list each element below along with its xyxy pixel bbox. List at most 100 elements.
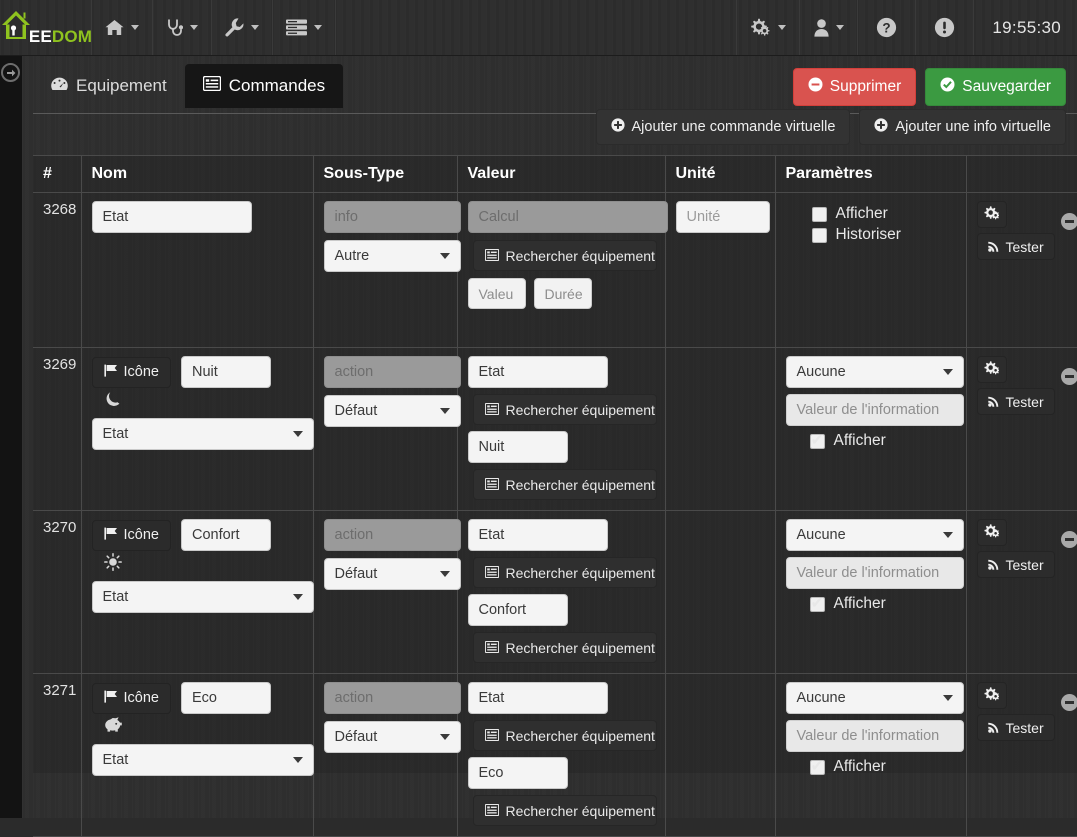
afficher-checkbox[interactable] xyxy=(811,206,827,222)
unit-input[interactable]: Unité xyxy=(675,201,770,233)
subtype-select[interactable]: Défaut xyxy=(323,395,461,427)
arrow-circle-right-icon[interactable] xyxy=(1,63,20,82)
configure-button[interactable] xyxy=(976,356,1007,383)
nav-help-button[interactable]: ? xyxy=(858,0,917,55)
commands-table: # Nom Sous-Type Valeur Unité Paramètres … xyxy=(33,156,1077,837)
add-virtual-info-label: Ajouter une info virtuelle xyxy=(895,119,1051,135)
configure-button[interactable] xyxy=(976,201,1007,228)
subtype-select-value: Autre xyxy=(334,248,370,264)
row-actions-cell: Tester xyxy=(966,192,1077,348)
search-equipment-button[interactable]: Rechercher équipement xyxy=(472,240,657,271)
list-alt-icon xyxy=(202,75,221,96)
test-button[interactable]: Tester xyxy=(976,388,1055,415)
save-button[interactable]: Sauvegarder xyxy=(925,68,1066,106)
delete-button[interactable]: Supprimer xyxy=(792,68,917,106)
nav-home-menu[interactable] xyxy=(92,0,153,55)
configure-button[interactable] xyxy=(976,682,1007,709)
second-value-input[interactable]: Confort xyxy=(467,594,568,626)
list-alt-icon xyxy=(484,402,499,418)
flag-icon xyxy=(103,364,118,381)
rss-icon xyxy=(987,720,1000,736)
afficher-label: Afficher xyxy=(833,758,886,775)
chevron-down-icon xyxy=(292,594,303,600)
remove-row-button[interactable] xyxy=(1060,694,1077,711)
value-input[interactable]: Etat xyxy=(467,682,608,714)
value-button[interactable]: Valeu xyxy=(467,278,526,309)
test-button[interactable]: Tester xyxy=(976,714,1055,741)
name-input[interactable]: Eco xyxy=(180,682,271,714)
afficher-checkbox-row[interactable]: Afficher xyxy=(811,205,958,223)
minus-circle-icon xyxy=(808,77,823,97)
subtype-select[interactable]: Autre xyxy=(323,240,461,272)
second-value-input[interactable]: Nuit xyxy=(467,431,568,463)
cogs-icon xyxy=(984,523,1000,542)
second-value-input[interactable]: Eco xyxy=(467,757,568,789)
search-equipment-button[interactable]: Rechercher équipement xyxy=(472,557,657,588)
table-row: 3271 Icône Eco Etat action Défaut Etat R… xyxy=(33,673,1077,837)
type-select[interactable]: Etat xyxy=(91,418,314,450)
col-header-unite: Unité xyxy=(665,156,776,193)
afficher-checkbox-row[interactable]: ✔ Afficher xyxy=(786,432,958,450)
remove-row-button[interactable] xyxy=(1060,368,1077,385)
choose-icon-button[interactable]: Icône xyxy=(91,356,171,388)
search-equipment-button-2[interactable]: Rechercher équipement xyxy=(472,469,657,500)
type-select[interactable]: Etat xyxy=(91,581,314,613)
search-equipment-button[interactable]: Rechercher équipement xyxy=(472,394,657,425)
afficher-checkbox[interactable]: ✔ xyxy=(809,596,825,612)
duration-button[interactable]: Durée xyxy=(533,278,592,309)
stethoscope-icon xyxy=(166,18,183,37)
afficher-label: Afficher xyxy=(833,595,886,612)
search-equipment-button-2[interactable]: Rechercher équipement xyxy=(472,632,657,663)
remove-row-button[interactable] xyxy=(1060,213,1077,230)
subtype-select[interactable]: Défaut xyxy=(323,721,461,753)
nav-tools-menu[interactable] xyxy=(212,0,273,55)
test-button[interactable]: Tester xyxy=(976,233,1055,260)
add-virtual-command-button[interactable]: Ajouter une commande virtuelle xyxy=(595,109,851,145)
info-select[interactable]: Aucune xyxy=(785,682,964,714)
info-select[interactable]: Aucune xyxy=(785,519,964,551)
historiser-checkbox[interactable] xyxy=(811,227,827,243)
afficher-checkbox-row[interactable]: ✔ Afficher xyxy=(786,595,958,613)
info-select[interactable]: Aucune xyxy=(785,356,964,388)
name-input[interactable]: Nuit xyxy=(180,356,271,388)
historiser-checkbox-row[interactable]: Historiser xyxy=(811,226,958,244)
configure-button[interactable] xyxy=(976,519,1007,546)
nav-alerts-button[interactable] xyxy=(916,0,975,55)
nav-plugins-menu[interactable] xyxy=(273,0,336,55)
name-input[interactable]: Confort xyxy=(180,519,271,551)
type-select[interactable]: Etat xyxy=(91,744,314,776)
nav-settings-menu[interactable] xyxy=(737,0,801,55)
row-params-cell: Aucune Valeur de l'information ✔ Affiche… xyxy=(775,673,967,837)
tab-commandes[interactable]: Commandes xyxy=(184,64,344,108)
afficher-checkbox-row[interactable]: ✔ Afficher xyxy=(786,758,958,776)
add-virtual-info-button[interactable]: Ajouter une info virtuelle xyxy=(859,109,1066,145)
choose-icon-button[interactable]: Icône xyxy=(91,519,171,551)
table-header-row: # Nom Sous-Type Valeur Unité Paramètres xyxy=(33,156,1077,193)
search-equipment-label: Rechercher équipement xyxy=(505,247,655,264)
jeedom-logo[interactable]: EEDOM xyxy=(0,0,92,55)
row-actions-cell: Tester xyxy=(966,673,1077,837)
tab-equipement[interactable]: Equipement xyxy=(33,64,185,108)
choose-icon-button[interactable]: Icône xyxy=(91,682,171,714)
value-input[interactable]: Etat xyxy=(467,519,608,551)
search-equipment-button-2[interactable]: Rechercher équipement xyxy=(472,795,657,826)
search-equipment-button[interactable]: Rechercher équipement xyxy=(472,720,657,751)
afficher-checkbox[interactable]: ✔ xyxy=(809,759,825,775)
afficher-checkbox[interactable]: ✔ xyxy=(809,433,825,449)
nav-health-menu[interactable] xyxy=(153,0,212,55)
remove-row-button[interactable] xyxy=(1060,531,1077,548)
subtype-type-field: info xyxy=(323,201,461,233)
navbar-spacer xyxy=(336,0,738,55)
subtype-select[interactable]: Défaut xyxy=(323,558,461,590)
nav-user-menu[interactable] xyxy=(800,0,859,55)
info-value-input[interactable]: Valeur de l'information xyxy=(785,394,964,426)
choose-icon-label: Icône xyxy=(123,690,159,706)
value-input[interactable]: Etat xyxy=(467,356,608,388)
search-equipment-label: Rechercher équipement xyxy=(505,727,655,744)
info-value-input[interactable]: Valeur de l'information xyxy=(785,557,964,589)
test-button-label: Tester xyxy=(1005,719,1044,736)
info-value-input[interactable]: Valeur de l'information xyxy=(785,720,964,752)
chevron-down-icon xyxy=(292,431,303,437)
test-button[interactable]: Tester xyxy=(976,551,1055,578)
name-input[interactable]: Etat xyxy=(91,201,252,233)
